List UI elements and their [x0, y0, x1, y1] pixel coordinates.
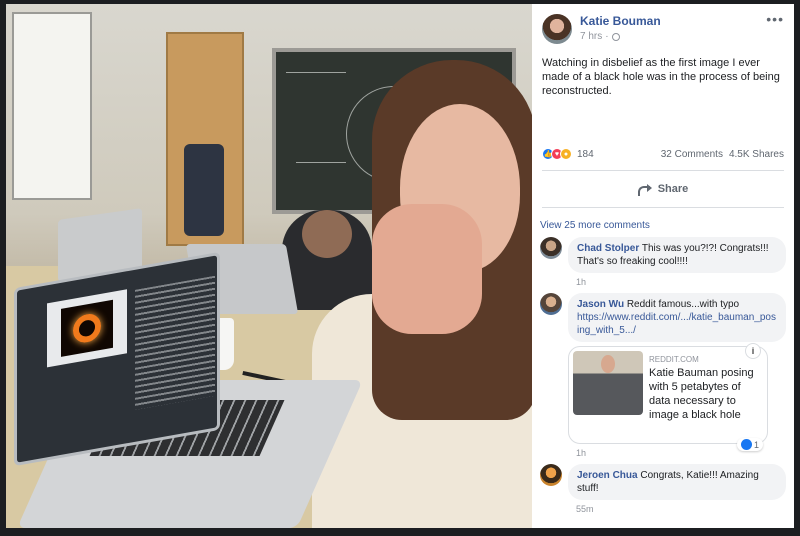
share-label: Share — [657, 183, 689, 195]
post-header: Katie Bouman 7 hrs · ••• — [532, 4, 794, 44]
comment-time[interactable]: 1h — [576, 277, 786, 287]
post-stats: 👍 ♥ ● 184 32 Comments 4.5K Shares — [532, 144, 794, 164]
comment: Jason Wu Reddit famous...with typo https… — [532, 287, 794, 458]
author-avatar[interactable] — [542, 14, 572, 44]
divider — [542, 207, 784, 208]
info-icon[interactable]: i — [745, 343, 761, 359]
comments-count[interactable]: 32 Comments — [661, 149, 723, 160]
commenter-name[interactable]: Chad Stolper — [577, 243, 639, 254]
post-sidebar: Katie Bouman 7 hrs · ••• Watching in dis… — [532, 4, 794, 528]
reaction-count: 184 — [577, 148, 594, 160]
facebook-photo-viewer: Katie Bouman 7 hrs · ••• Watching in dis… — [6, 4, 794, 528]
comment-bubble: Jason Wu Reddit famous...with typo https… — [568, 293, 786, 342]
wow-reaction-icon: ● — [560, 148, 572, 160]
comment-text: Reddit famous...with typo — [626, 299, 740, 310]
divider — [542, 170, 784, 171]
woman-hands — [372, 204, 482, 334]
comment-like-count[interactable]: 1 — [736, 438, 763, 451]
more-options-icon[interactable]: ••• — [766, 12, 784, 26]
link-preview-card[interactable]: REDDIT.COM Katie Bauman posing with 5 pe… — [568, 343, 768, 451]
view-more-comments-link[interactable]: View 25 more comments — [532, 214, 794, 231]
commenter-name[interactable]: Jason Wu — [577, 299, 624, 310]
black-hole-image — [61, 299, 113, 357]
author-name[interactable]: Katie Bouman — [580, 14, 766, 28]
share-icon — [637, 184, 652, 196]
laptop-screen — [14, 251, 220, 467]
background-person-head — [302, 210, 352, 258]
comment-bubble: Chad Stolper This was you?!?! Congrats!!… — [568, 237, 786, 273]
whiteboard — [12, 12, 92, 200]
reactions-summary[interactable]: 👍 ♥ ● 184 — [542, 148, 594, 160]
commenter-avatar[interactable] — [540, 237, 562, 259]
comment: Chad Stolper This was you?!?! Congrats!!… — [532, 231, 794, 287]
comment: Jeroen Chua Congrats, Katie!!! Amazing s… — [532, 458, 794, 514]
commenter-avatar[interactable] — [540, 293, 562, 315]
commenter-name[interactable]: Jeroen Chua — [577, 470, 638, 481]
meta-separator: · — [605, 31, 609, 42]
post-text: Watching in disbelief as the first image… — [542, 57, 780, 97]
globe-icon — [611, 32, 620, 41]
comment-time[interactable]: 55m — [576, 504, 786, 514]
post-photo[interactable] — [6, 4, 532, 528]
post-time[interactable]: 7 hrs — [580, 31, 602, 42]
link-preview-domain: REDDIT.COM — [649, 355, 699, 364]
like-count: 1 — [753, 439, 759, 450]
comment-bubble: Jeroen Chua Congrats, Katie!!! Amazing s… — [568, 464, 786, 500]
terminal-output — [135, 275, 215, 410]
hanging-coat — [184, 144, 224, 236]
link-preview-title: Katie Bauman posing with 5 petabytes of … — [649, 367, 754, 421]
link-preview-thumbnail — [573, 351, 643, 415]
comment-link[interactable]: https://www.reddit.com/.../katie_bauman_… — [577, 312, 776, 336]
post-meta: 7 hrs · — [580, 31, 766, 42]
share-button[interactable]: Share — [532, 177, 794, 201]
like-icon — [740, 439, 752, 450]
commenter-avatar[interactable] — [540, 464, 562, 486]
shares-count[interactable]: 4.5K Shares — [729, 149, 784, 160]
